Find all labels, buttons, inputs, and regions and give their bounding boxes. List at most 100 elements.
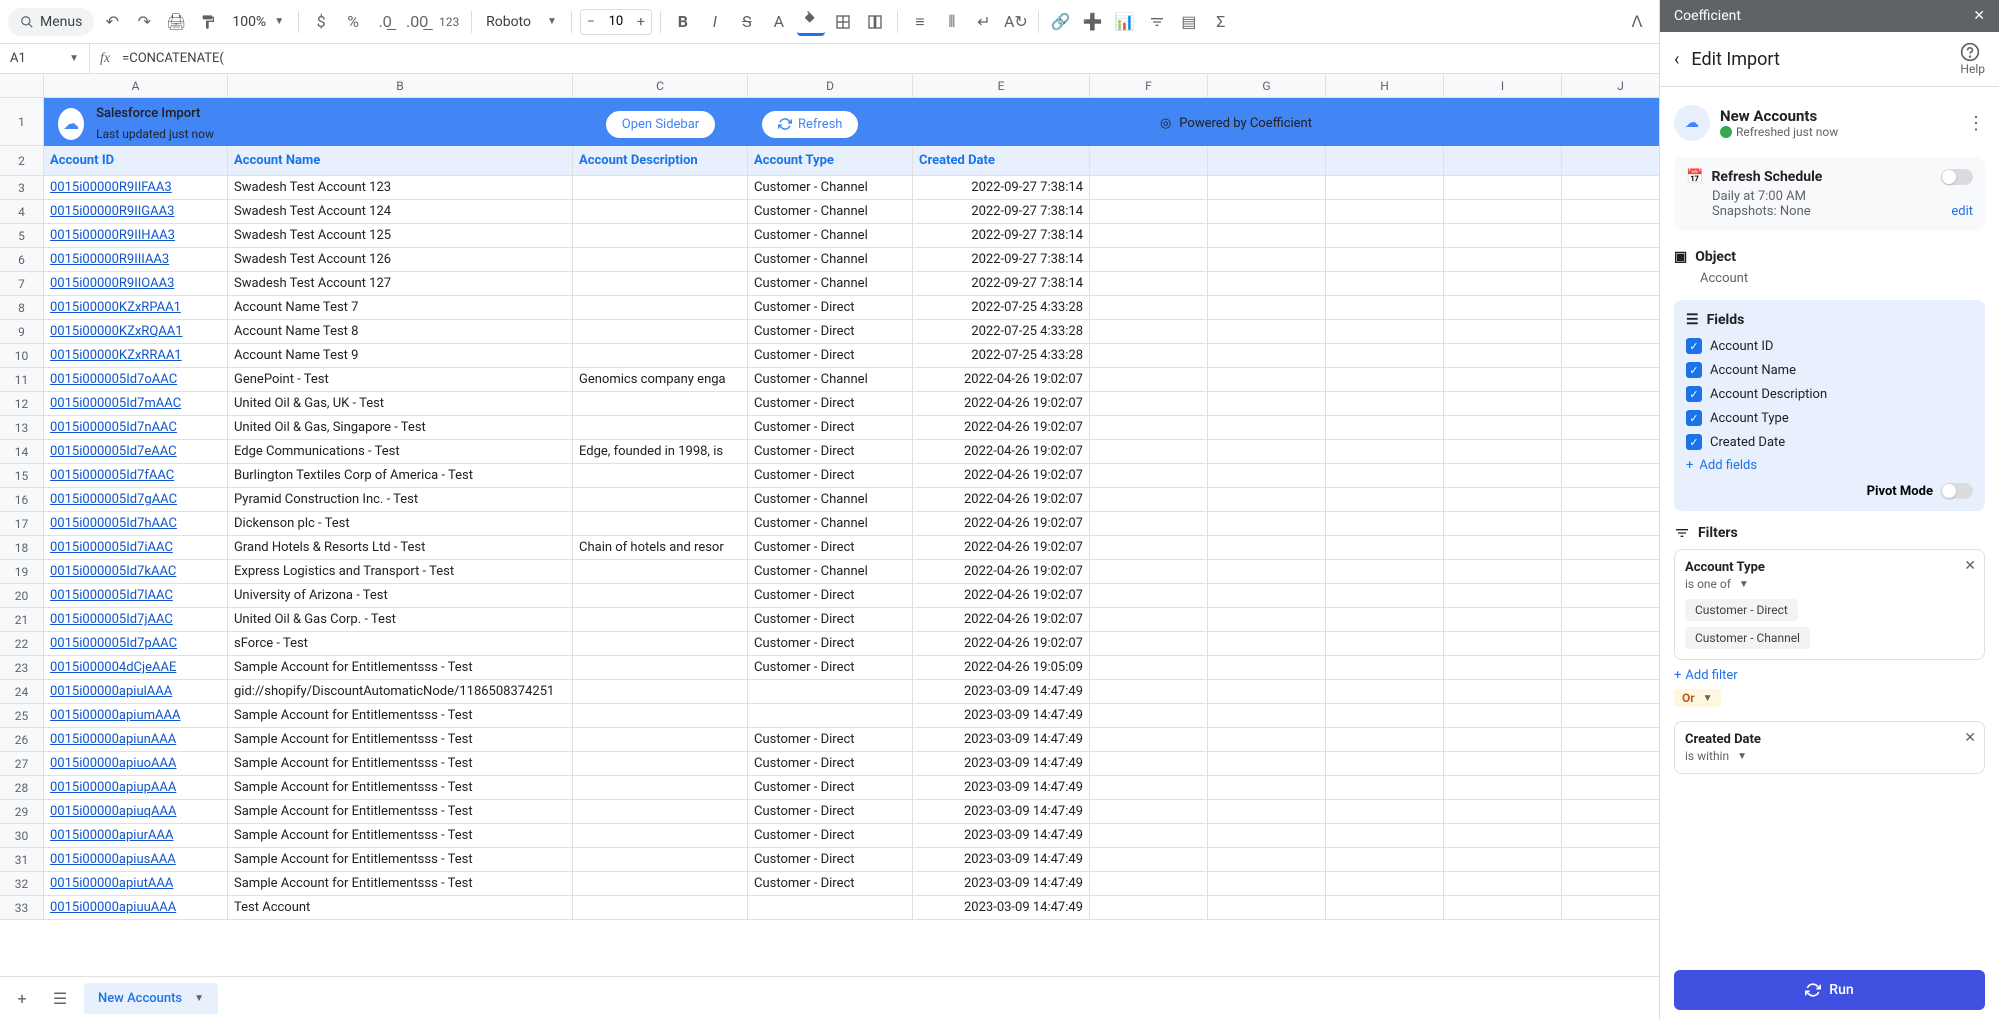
account-id-link[interactable]: 0015i000005Id7fAAC	[50, 468, 174, 483]
cell[interactable]: Swadesh Test Account 126	[228, 248, 573, 272]
cell[interactable]	[573, 416, 748, 440]
cell[interactable]: Edge, founded in 1998, is	[573, 440, 748, 464]
open-sidebar-button[interactable]: Open Sidebar	[606, 111, 715, 138]
undo-button[interactable]: ↶	[98, 8, 126, 36]
account-id-link[interactable]: 0015i00000apiumAAA	[50, 708, 180, 723]
cell[interactable]: Sample Account for Entitlementsss - Test	[228, 872, 573, 896]
account-id-link[interactable]: 0015i000005Id7kAAC	[50, 564, 176, 579]
collapse-toolbar-button[interactable]: ᐱ	[1623, 8, 1651, 36]
cell[interactable]	[573, 896, 748, 920]
cell[interactable]	[1444, 848, 1562, 872]
account-id-link[interactable]: 0015i000005Id7oAAC	[50, 372, 177, 387]
cell[interactable]	[1444, 632, 1562, 656]
cell[interactable]: 0015i000005Id7jAAC	[44, 608, 228, 632]
cell[interactable]	[1090, 704, 1208, 728]
cell[interactable]	[1208, 146, 1326, 176]
cell[interactable]	[1208, 560, 1326, 584]
column-header[interactable]: B	[228, 74, 573, 98]
decrease-decimal-button[interactable]: .0̲	[371, 8, 399, 36]
cell[interactable]: 2022-04-26 19:02:07	[913, 608, 1090, 632]
cell[interactable]: Burlington Textiles Corp of America - Te…	[228, 464, 573, 488]
cell[interactable]	[573, 752, 748, 776]
cell[interactable]	[573, 320, 748, 344]
cell[interactable]: Customer - Direct	[748, 632, 913, 656]
column-header[interactable]: J	[1562, 74, 1659, 98]
column-header[interactable]: H	[1326, 74, 1444, 98]
cell[interactable]	[1562, 752, 1659, 776]
cell[interactable]: Customer - Direct	[748, 536, 913, 560]
cell[interactable]	[1444, 272, 1562, 296]
cell[interactable]: 2023-03-09 14:47:49	[913, 872, 1090, 896]
row-header[interactable]: 22	[0, 632, 44, 656]
cell[interactable]: United Oil & Gas, UK - Test	[228, 392, 573, 416]
cell[interactable]: United Oil & Gas Corp. - Test	[228, 608, 573, 632]
account-id-link[interactable]: 0015i000005Id7hAAC	[50, 516, 177, 531]
cell[interactable]: GenePoint - Test	[228, 368, 573, 392]
cell[interactable]	[1444, 752, 1562, 776]
cell[interactable]	[1444, 560, 1562, 584]
cell[interactable]	[573, 464, 748, 488]
cell[interactable]	[1090, 656, 1208, 680]
add-sheet-button[interactable]: +	[8, 985, 36, 1013]
cell[interactable]	[1326, 440, 1444, 464]
account-id-link[interactable]: 0015i00000apiurAAA	[50, 828, 173, 843]
account-id-link[interactable]: 0015i000005Id7iAAC	[50, 540, 173, 555]
remove-filter-button[interactable]: ✕	[1964, 730, 1976, 746]
cell[interactable]	[1562, 872, 1659, 896]
paint-format-button[interactable]	[194, 8, 222, 36]
cell[interactable]	[1562, 392, 1659, 416]
account-id-link[interactable]: 0015i00000KZxRQAA1	[50, 324, 183, 339]
strikethrough-button[interactable]: S	[733, 8, 761, 36]
row-header[interactable]: 14	[0, 440, 44, 464]
cell[interactable]	[1444, 488, 1562, 512]
cell[interactable]	[1208, 272, 1326, 296]
cell[interactable]: Swadesh Test Account 125	[228, 224, 573, 248]
cell[interactable]	[1562, 584, 1659, 608]
increase-font-button[interactable]: +	[631, 10, 651, 34]
cell[interactable]	[573, 392, 748, 416]
cell[interactable]	[1090, 416, 1208, 440]
cell[interactable]	[1326, 176, 1444, 200]
cell[interactable]	[1090, 800, 1208, 824]
cell[interactable]	[1562, 800, 1659, 824]
cell[interactable]	[1326, 272, 1444, 296]
cell[interactable]	[1444, 344, 1562, 368]
cell[interactable]	[1208, 200, 1326, 224]
cell[interactable]	[1326, 752, 1444, 776]
cell[interactable]: 0015i00000apiumAAA	[44, 704, 228, 728]
cell[interactable]	[573, 608, 748, 632]
functions-button[interactable]: Σ	[1207, 8, 1235, 36]
account-id-link[interactable]: 0015i00000R9IIGAA3	[50, 204, 174, 219]
filter-button[interactable]	[1143, 8, 1171, 36]
cell[interactable]: 0015i000005Id7oAAC	[44, 368, 228, 392]
cell[interactable]	[1208, 848, 1326, 872]
cell[interactable]	[1444, 536, 1562, 560]
cell[interactable]	[1208, 392, 1326, 416]
account-id-link[interactable]: 0015i000005Id7lAAC	[50, 588, 173, 603]
valign-button[interactable]: ⫴	[938, 8, 966, 36]
cell[interactable]: Customer - Direct	[748, 872, 913, 896]
cell[interactable]: Sample Account for Entitlementsss - Test	[228, 824, 573, 848]
cell[interactable]: 0015i00000KZxRPAA1	[44, 296, 228, 320]
account-id-link[interactable]: 0015i00000KZxRPAA1	[50, 300, 181, 315]
cell[interactable]	[1090, 464, 1208, 488]
cell[interactable]	[1444, 176, 1562, 200]
cell[interactable]	[1090, 536, 1208, 560]
cell[interactable]: 2022-09-27 7:38:14	[913, 272, 1090, 296]
cell[interactable]: 0015i000005Id7nAAC	[44, 416, 228, 440]
cell[interactable]	[1444, 392, 1562, 416]
cell[interactable]	[1208, 464, 1326, 488]
cell[interactable]	[1444, 440, 1562, 464]
cell[interactable]	[1444, 512, 1562, 536]
cell[interactable]	[748, 704, 913, 728]
cell[interactable]	[1562, 344, 1659, 368]
cell[interactable]	[1208, 440, 1326, 464]
cell[interactable]	[1562, 632, 1659, 656]
cell[interactable]: 0015i00000R9IIIAA3	[44, 248, 228, 272]
cell[interactable]	[1208, 608, 1326, 632]
cell[interactable]	[573, 512, 748, 536]
cell[interactable]: 0015i00000KZxRRAA1	[44, 344, 228, 368]
account-id-link[interactable]: 0015i00000R9IIOAA3	[50, 276, 174, 291]
cell[interactable]: 0015i000005Id7kAAC	[44, 560, 228, 584]
row-header[interactable]: 9	[0, 320, 44, 344]
